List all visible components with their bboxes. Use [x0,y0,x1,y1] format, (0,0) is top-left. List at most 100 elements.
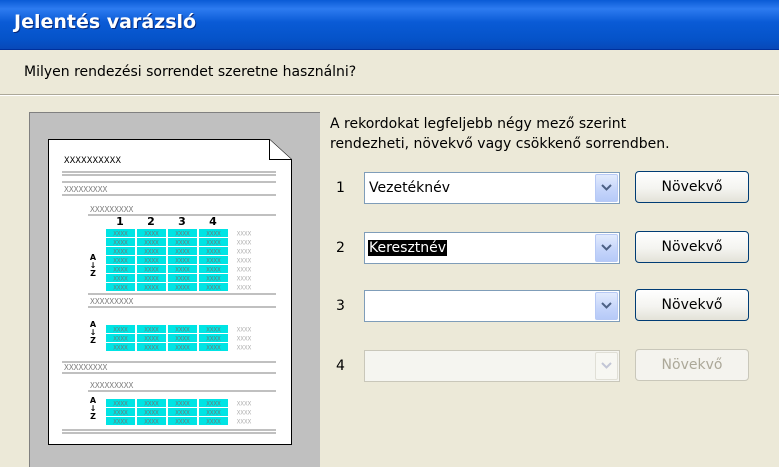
window-title: Jelentés varázsló [14,11,197,33]
preview-cell-text: XXXX [237,327,252,334]
preview-cell-text: XXXX [113,419,128,426]
preview-cell-text: XXXX [175,345,190,352]
preview-cell-text: XXXX [206,267,221,274]
preview-group-text: XXXXXXXXX [64,185,108,194]
preview-cell-text: XXXX [144,240,159,247]
preview-cell-text: XXXX [113,327,128,334]
preview-cell-text: XXXX [237,240,252,247]
preview-cell-text: XXXX [206,345,221,352]
sort-row-number: 2 [336,240,345,256]
chevron-down-icon [601,302,612,309]
sort-field-combo-1[interactable]: Vezetéknév [364,172,620,204]
preview-cell-text: XXXX [237,419,252,426]
preview-sort-glyph: Z [90,412,96,421]
preview-cell-text: XXXX [175,285,190,292]
info-line-1: A rekordokat legfeljebb négy mező szerin… [330,116,627,132]
preview-cell-text: XXXX [175,240,190,247]
preview-column-number: 4 [209,215,217,228]
preview-cell-text: XXXX [113,276,128,283]
preview-cell-text: XXXX [144,276,159,283]
preview-cell-text: XXXX [144,336,159,343]
preview-group-text: XXXXXXXXX [90,381,134,390]
info-line-2: rendezheti, növekvő vagy csökkenő sorren… [330,136,670,152]
preview-cell-text: XXXX [206,249,221,256]
dropdown-arrow-button [595,352,618,380]
sort-field-value: Keresztnév [368,240,448,256]
sort-order-button-1[interactable]: Növekvő [635,171,749,203]
preview-sort-glyph: Z [90,269,96,278]
preview-cell-text: XXXX [175,419,190,426]
sort-field-combo-4 [364,350,620,382]
preview-cell-text: XXXX [206,231,221,238]
sort-field-combo-3[interactable] [364,290,620,322]
preview-column-number: 3 [178,215,186,228]
preview-cell-text: XXXX [144,401,159,408]
preview-cell-text: XXXX [144,345,159,352]
dropdown-arrow-button[interactable] [595,234,618,262]
preview-cell-text: XXXX [237,276,252,283]
preview-cell-text: XXXX [206,276,221,283]
dropdown-arrow-button[interactable] [595,292,618,320]
preview-cell-text: XXXX [144,249,159,256]
preview-cell-text: XXXX [237,258,252,265]
preview-cell-text: XXXX [237,267,252,274]
sort-info-text: A rekordokat legfeljebb négy mező szerin… [330,114,670,154]
chevron-down-icon [601,362,612,369]
sort-question: Milyen rendezési sorrendet szeretne hasz… [24,64,357,80]
preview-cell-text: XXXX [237,401,252,408]
preview-cell-text: XXXX [144,285,159,292]
preview-cell-text: XXXX [175,231,190,238]
preview-cell-text: XXXX [206,285,221,292]
preview-cell-text: XXXX [175,267,190,274]
dropdown-arrow-button[interactable] [595,174,618,202]
preview-cell-text: XXXX [113,231,128,238]
preview-cell-text: XXXX [237,410,252,417]
preview-cell-text: XXXX [113,336,128,343]
preview-cell-text: XXXX [175,410,190,417]
preview-cell-text: XXXX [175,258,190,265]
sort-field-value: Vezetéknév [369,180,451,196]
preview-cell-text: XXXX [206,419,221,426]
sort-order-button-4: Növekvő [635,349,749,381]
preview-title-text: XXXXXXXXXX [64,156,121,166]
preview-cell-text: XXXX [113,258,128,265]
preview-cell-text: XXXX [206,327,221,334]
preview-cell-text: XXXX [206,336,221,343]
preview-column-number: 1 [116,215,124,228]
preview-cell-text: XXXX [144,231,159,238]
preview-column-number: 2 [147,215,155,228]
preview-cell-text: XXXX [175,276,190,283]
preview-cell-text: XXXX [175,336,190,343]
preview-group-text: XXXXXXXXX [90,205,134,214]
preview-group-text: XXXXXXXXX [64,363,108,372]
preview-cell-text: XXXX [144,419,159,426]
preview-cell-text: XXXX [113,240,128,247]
preview-cell-text: XXXX [175,249,190,256]
preview-cell-text: XXXX [206,258,221,265]
preview-cell-text: XXXX [237,249,252,256]
preview-cell-text: XXXX [237,285,252,292]
preview-cell-text: XXXX [113,285,128,292]
sort-order-button-2[interactable]: Növekvő [635,231,749,263]
chevron-down-icon [601,184,612,191]
report-preview-page: XXXXXXXXXXXXXXXXXXXXXXXXXXXX1 2 3 4XXXX XXXX… [48,139,292,445]
sort-row-number: 1 [336,180,345,196]
sort-row-number: 3 [336,298,345,314]
header-divider [0,94,779,96]
sort-row-number: 4 [336,358,345,374]
preview-cell-text: XXXX [237,336,252,343]
preview-cell-text: XXXX [175,327,190,334]
preview-cell-text: XXXX [113,410,128,417]
preview-cell-text: XXXX [144,410,159,417]
title-bar: Jelentés varázsló [0,0,779,50]
preview-cell-text: XXXX [144,327,159,334]
preview-cell-text: XXXX [113,345,128,352]
preview-cell-text: XXXX [113,401,128,408]
preview-cell-text: XXXX [144,267,159,274]
preview-cell-text: XXXX [113,267,128,274]
preview-cell-text: XXXX [144,258,159,265]
preview-cell-text: XXXX [206,401,221,408]
sort-field-combo-2[interactable]: Keresztnév [364,232,620,264]
preview-cell-text: XXXX [175,401,190,408]
sort-order-button-3[interactable]: Növekvő [635,289,749,321]
